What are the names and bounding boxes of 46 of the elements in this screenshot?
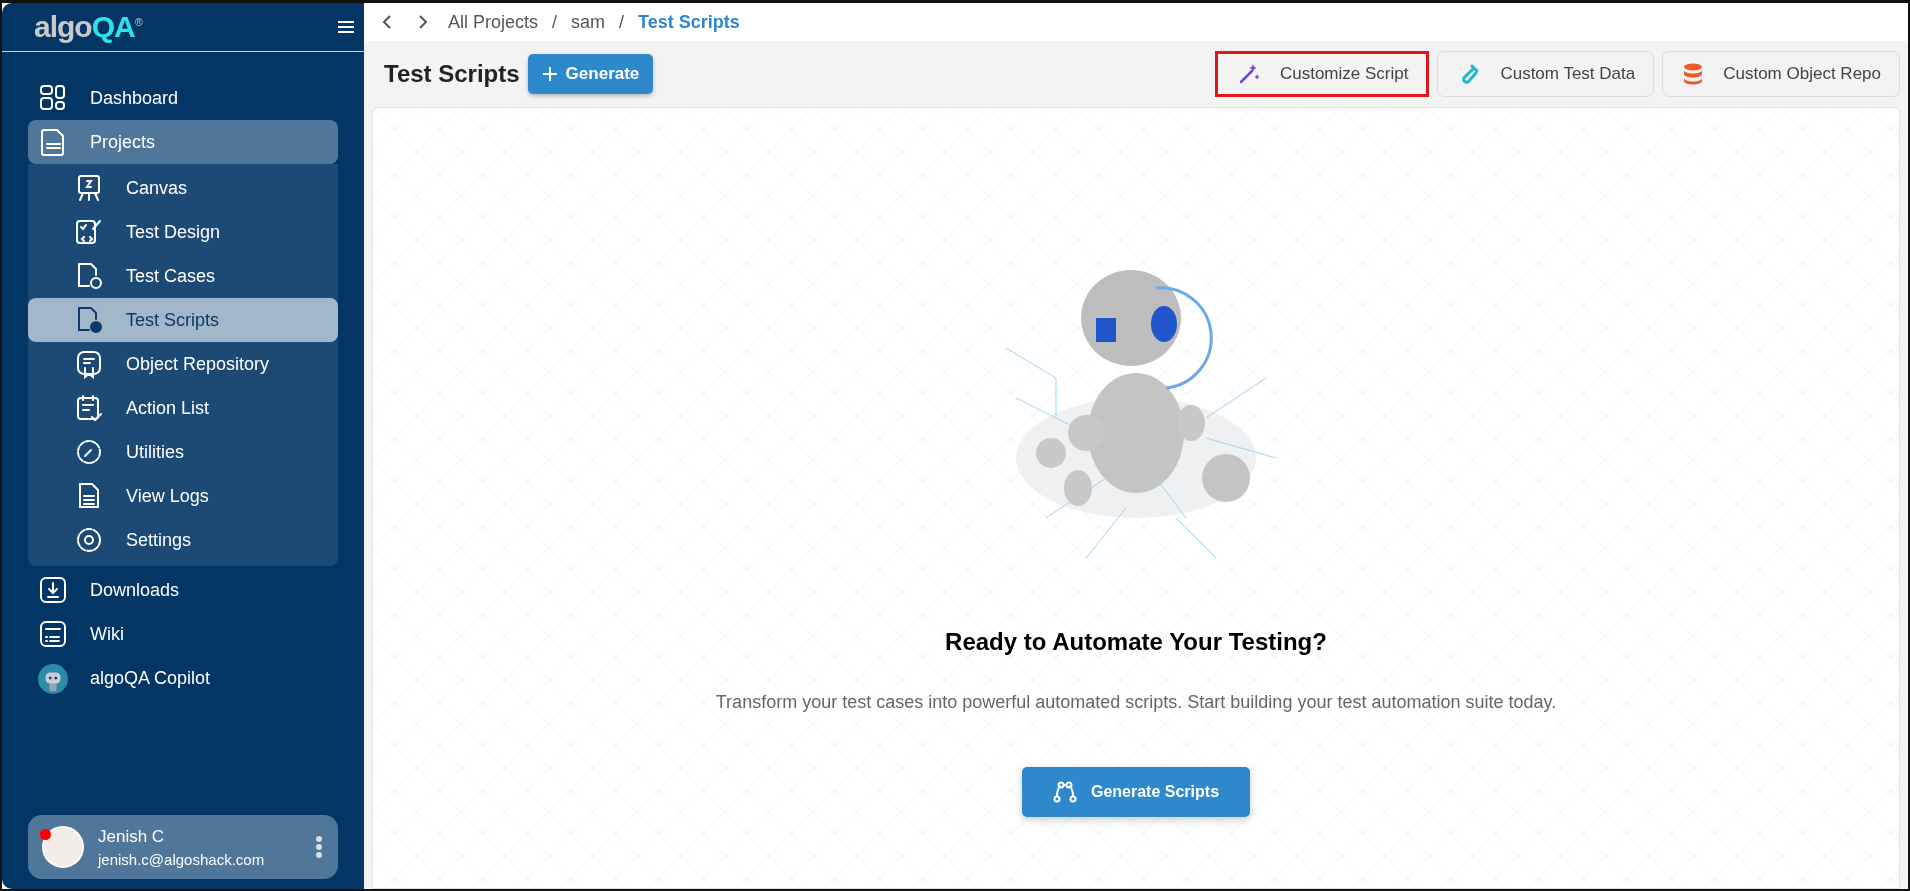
more-options-button[interactable] <box>314 835 324 859</box>
sidebar-item[interactable]: Utilities <box>28 430 338 474</box>
sidebar-item[interactable]: Test Design <box>28 210 338 254</box>
avatar <box>42 826 84 868</box>
page-title: Test Scripts <box>384 60 520 88</box>
sidebar-item[interactable]: Projects <box>28 120 338 164</box>
chevron-left-icon <box>382 14 392 30</box>
toolbar-button[interactable]: Custom Test Data <box>1437 51 1655 97</box>
sidebar-item[interactable]: Settings <box>28 518 338 562</box>
breadcrumb-separator: / <box>619 11 625 33</box>
bezier-curve-icon <box>1052 781 1077 803</box>
generate-scripts-button[interactable]: Generate Scripts <box>1022 767 1250 817</box>
wiki-document-icon <box>38 619 68 649</box>
user-name: Jenish C <box>98 826 166 847</box>
breadcrumb-separator: / <box>552 11 558 33</box>
toolbar-button[interactable]: Customize Script <box>1214 51 1430 97</box>
download-icon <box>38 575 68 605</box>
user-card[interactable]: Jenish C jenish.c@algoshack.com <box>28 815 338 879</box>
sidebar-item[interactable]: Test Cases <box>28 254 338 298</box>
sidebar-item[interactable]: Wiki <box>28 612 338 656</box>
bookmark-document-icon <box>74 349 104 379</box>
sidebar-item[interactable]: Canvas <box>28 166 338 210</box>
sidebar-item[interactable]: Action List <box>28 386 338 430</box>
grid-icon <box>38 83 68 113</box>
breadcrumb-link[interactable]: sam <box>571 11 606 33</box>
breadcrumb-link[interactable]: Test Scripts <box>638 11 740 33</box>
sidebar-item[interactable]: Object Repository <box>28 342 338 386</box>
settings-icon <box>74 525 104 555</box>
generate-button[interactable]: Generate <box>527 54 654 94</box>
edit-document-icon <box>74 217 104 247</box>
user-email: jenish.c@algoshack.com <box>98 850 266 868</box>
checklist-icon <box>74 393 104 423</box>
menu-button[interactable] <box>338 18 356 36</box>
sidebar-item[interactable]: Downloads <box>28 568 338 612</box>
toolbar-button[interactable]: Custom Object Repo <box>1662 51 1900 97</box>
logo: algoQA$^{®}$ <box>34 10 142 44</box>
empty-state-text: Transform your test cases into powerful automated scripts. Start building your test automation suite today. <box>715 692 1557 713</box>
empty-state-title: Ready to Automate Your Testing? <box>945 628 1327 656</box>
breadcrumb-link[interactable]: All Projects <box>448 11 539 33</box>
sidebar-item[interactable]: Dashboard <box>28 76 338 120</box>
robot-avatar-icon <box>38 663 68 695</box>
sidebar-item[interactable]: View Logs <box>28 474 338 518</box>
chevron-right-icon <box>418 14 428 30</box>
sidebar-item[interactable]: algoQA Copilot <box>28 656 338 700</box>
plus-icon <box>541 66 558 82</box>
sidebar-item[interactable]: Test Scripts <box>28 298 338 342</box>
